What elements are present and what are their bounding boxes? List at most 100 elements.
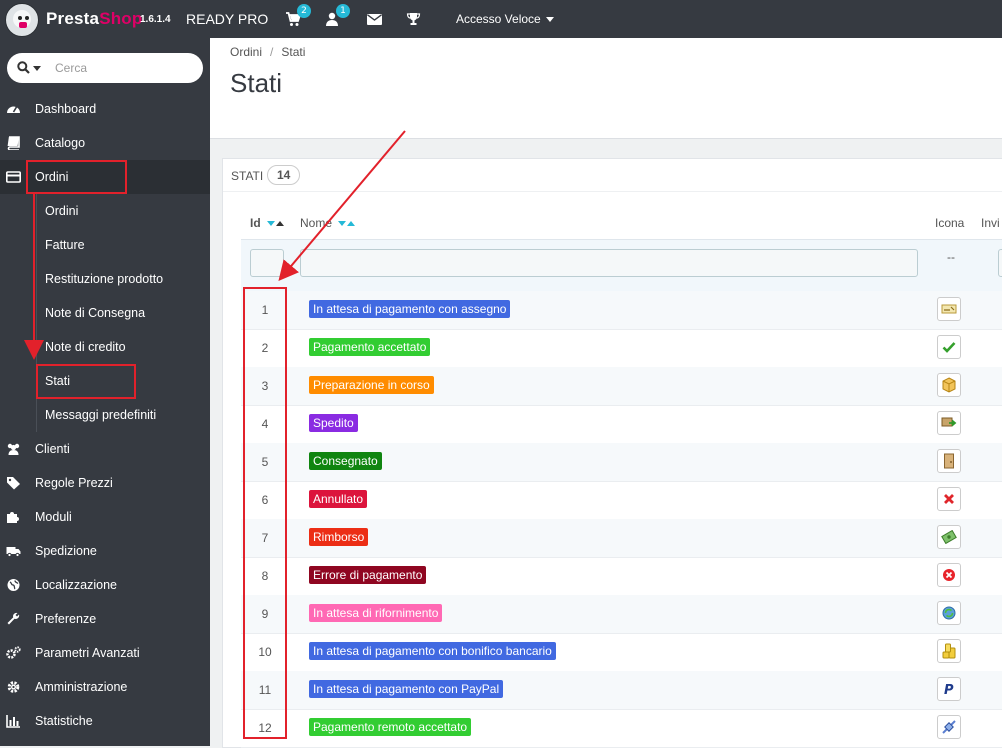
status-label: Errore di pagamento: [309, 566, 427, 584]
table-row[interactable]: 7 Rimborso: [241, 519, 1002, 558]
table-row[interactable]: 6 Annullato: [241, 481, 1002, 520]
chevron-down-icon: [546, 17, 555, 23]
page-title: Stati: [230, 68, 283, 98]
cell-id: 12: [258, 721, 272, 735]
status-label: Pagamento accettato: [309, 338, 431, 356]
search-icon[interactable]: [17, 61, 30, 74]
dashboard-icon: [7, 106, 20, 113]
sidebar-item-moduli[interactable]: Moduli: [0, 500, 210, 534]
error-icon: [937, 563, 961, 587]
puzzle-icon: [7, 512, 19, 523]
filter-send-input[interactable]: [998, 249, 1002, 277]
sidebar-subitem-restituzione-prodotto[interactable]: Restituzione prodotto: [36, 262, 211, 296]
prestashop-logo-icon[interactable]: [5, 3, 39, 37]
shop-name[interactable]: READY PRO: [186, 11, 268, 27]
sidebar-item-statistiche[interactable]: Statistiche: [0, 704, 210, 738]
credit-card-icon: [6, 171, 21, 183]
column-header-id: Id: [250, 216, 285, 230]
status-label: In attesa di rifornimento: [309, 604, 443, 622]
status-label: Pagamento remoto accettato: [309, 718, 472, 736]
breadcrumb-current: Stati: [281, 45, 306, 59]
globe-icon: [7, 579, 20, 591]
table-row[interactable]: 11 In attesa di pagamento con PayPal P: [241, 671, 1002, 710]
table-row[interactable]: 4 Spedito: [241, 405, 1002, 444]
breadcrumb: Ordini / Stati: [230, 45, 306, 59]
bar-chart-icon: [6, 715, 20, 728]
sidebar-item-parametri-avanzati[interactable]: Parametri Avanzati: [0, 636, 210, 670]
sort-asc-icon[interactable]: [347, 221, 356, 227]
filter-name-input[interactable]: [300, 249, 918, 277]
table-row[interactable]: 8 Errore di pagamento: [241, 557, 1002, 596]
sidebar-item-dashboard[interactable]: Dashboard: [0, 92, 210, 126]
sidebar-item-localizzazione[interactable]: Localizzazione: [0, 568, 210, 602]
cell-id: 7: [261, 531, 269, 545]
wrench-icon: [7, 612, 20, 625]
sidebar-subitem-fatture[interactable]: Fatture: [36, 228, 211, 262]
cross-icon: [937, 487, 961, 511]
sidebar-subitem-note-di-consegna[interactable]: Note di Consegna: [36, 296, 211, 330]
cell-id: 1: [261, 303, 269, 317]
status-label: In attesa di pagamento con assegno: [309, 300, 511, 318]
top-bar: PrestaShop 1.6.1.4 READY PRO 2 1 Accesso…: [0, 0, 1002, 38]
table-row[interactable]: 5 Consegnato: [241, 443, 1002, 482]
brand-name[interactable]: PrestaShop: [46, 9, 142, 29]
sidebar-item-clienti[interactable]: Clienti: [0, 432, 210, 466]
breadcrumb-parent[interactable]: Ordini: [230, 45, 262, 59]
panel-title: Stati: [231, 169, 264, 183]
sidebar-item-spedizione[interactable]: Spedizione: [0, 534, 210, 568]
cart-button[interactable]: 2: [285, 4, 311, 27]
quick-access-dropdown[interactable]: Accesso Veloce: [456, 12, 555, 26]
customers-button[interactable]: 1: [324, 4, 350, 27]
sidebar-item-amministrazione[interactable]: Amministrazione: [0, 670, 210, 704]
sidebar-subitem-messaggi-predefiniti[interactable]: Messaggi predefiniti: [36, 398, 211, 432]
coins-icon: [937, 639, 961, 663]
sidebar-subitem-note-di-credito[interactable]: Note di credito: [36, 330, 211, 364]
refresh-icon: [937, 601, 961, 625]
cell-id: 10: [258, 645, 272, 659]
users-icon: [7, 443, 20, 455]
table-row[interactable]: 10 In attesa di pagamento con bonifico ba…: [241, 633, 1002, 672]
truck-icon: [6, 547, 21, 558]
sidebar-subitem-ordini[interactable]: Ordini: [36, 194, 211, 228]
check-icon: [937, 335, 961, 359]
cheque-icon: [937, 297, 961, 321]
trophy-button[interactable]: [405, 11, 421, 27]
column-header-name: Nome: [300, 216, 356, 230]
sidebar-item-preferenze[interactable]: Preferenze: [0, 602, 210, 636]
search-input[interactable]: [55, 59, 195, 77]
chevron-down-icon[interactable]: [33, 66, 41, 71]
column-header-icon: Icona: [935, 216, 965, 230]
delivery-icon: [937, 411, 961, 435]
sort-asc-icon[interactable]: [276, 221, 285, 227]
search-box: [7, 53, 203, 83]
quick-access-label: Accesso Veloce: [456, 12, 541, 26]
table-row[interactable]: 9 In attesa di rifornimento: [241, 595, 1002, 634]
sidebar-item-regole-prezzi[interactable]: Regole Prezzi: [0, 466, 210, 500]
sort-desc-icon[interactable]: [338, 221, 347, 227]
status-label: In attesa di pagamento con PayPal: [309, 680, 504, 698]
status-label: Rimborso: [309, 528, 369, 546]
panel-count-badge: 14: [267, 165, 301, 185]
table-row[interactable]: 12 Pagamento remoto accettato: [241, 709, 1002, 748]
cell-id: 9: [261, 607, 269, 621]
cell-id: 11: [258, 683, 272, 697]
filter-id-input[interactable]: [250, 249, 284, 277]
page-header: Ordini / Stati Stati: [210, 38, 1002, 139]
table-row[interactable]: 1 In attesa di pagamento con assegno: [241, 291, 1002, 330]
status-label: Spedito: [309, 414, 358, 432]
book-icon: [7, 136, 20, 150]
package-icon: [937, 373, 961, 397]
messages-button[interactable]: [366, 11, 382, 27]
sort-desc-icon[interactable]: [267, 221, 276, 227]
panel-heading: Stati 14: [223, 159, 1002, 192]
column-header-send: Invi: [981, 216, 1000, 230]
status-label: Consegnato: [309, 452, 382, 470]
table-row[interactable]: 2 Pagamento accettato: [241, 329, 1002, 368]
money-icon: [937, 525, 961, 549]
customers-badge: 1: [336, 4, 350, 18]
table-row[interactable]: 3 Preparazione in corso: [241, 367, 1002, 406]
sidebar-item-catalogo[interactable]: Catalogo: [0, 126, 210, 160]
paypal-icon: P: [937, 677, 961, 701]
sidebar-subitem-stati[interactable]: Stati: [36, 364, 211, 398]
sidebar-item-ordini[interactable]: Ordini: [0, 160, 210, 194]
